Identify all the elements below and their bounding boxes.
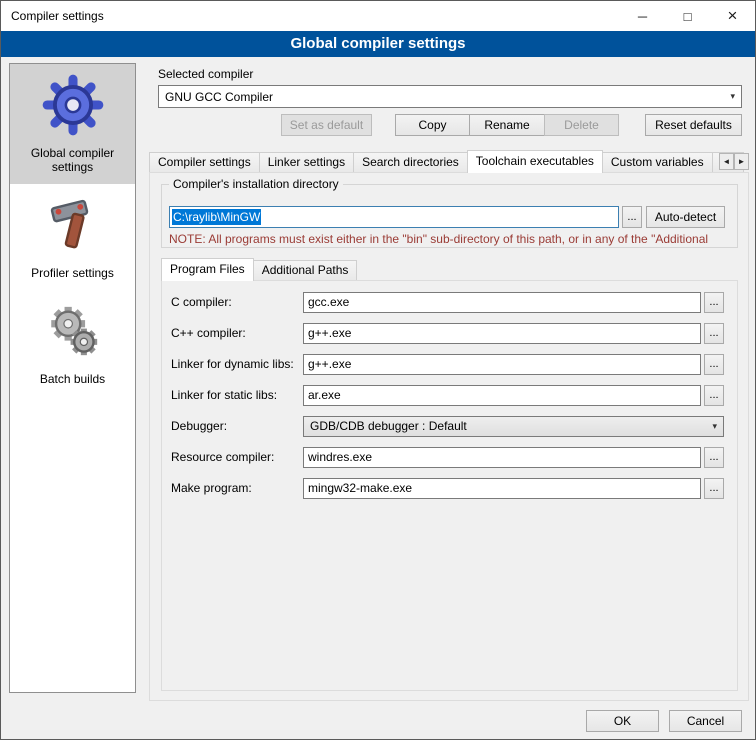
c-compiler-input[interactable]	[303, 292, 701, 313]
cpp-compiler-input[interactable]	[303, 323, 701, 344]
installation-directory-value: C:\raylib\MinGW	[172, 209, 261, 225]
installation-directory-group-label: Compiler's installation directory	[169, 177, 343, 191]
set-as-default-button[interactable]: Set as default	[281, 114, 372, 136]
c-compiler-label: C compiler:	[171, 295, 303, 309]
make-program-input[interactable]	[303, 478, 701, 499]
profiler-tool-icon	[12, 192, 133, 258]
c-compiler-browse-button[interactable]: ...	[704, 292, 724, 313]
resource-compiler-label: Resource compiler:	[171, 450, 303, 464]
installation-directory-browse-button[interactable]: ...	[622, 206, 642, 228]
sidebar-item-label: Global compiler settings	[12, 146, 133, 174]
cpp-compiler-row: C++ compiler: ...	[171, 322, 724, 344]
make-program-browse-button[interactable]: ...	[704, 478, 724, 499]
static-linker-row: Linker for static libs: ...	[171, 384, 724, 406]
minimize-button[interactable]: ─	[620, 1, 665, 31]
tab-toolchain-executables[interactable]: Toolchain executables	[467, 150, 603, 173]
resource-compiler-input[interactable]	[303, 447, 701, 468]
gray-gears-icon	[12, 298, 133, 364]
debugger-label: Debugger:	[171, 419, 303, 433]
chevron-down-icon: ▾	[706, 421, 717, 432]
tab-search-directories[interactable]: Search directories	[353, 152, 468, 172]
close-button[interactable]: ×	[710, 1, 755, 31]
reset-defaults-button[interactable]: Reset defaults	[645, 114, 742, 136]
tab-scroll-arrows: ◄ ►	[719, 153, 749, 170]
sidebar-item-label: Profiler settings	[12, 266, 133, 280]
selected-compiler-select[interactable]: GNU GCC Compiler ▾	[158, 85, 742, 108]
tab-linker-settings[interactable]: Linker settings	[259, 152, 354, 172]
selected-compiler-value: GNU GCC Compiler	[165, 90, 273, 104]
make-program-label: Make program:	[171, 481, 303, 495]
cancel-button[interactable]: Cancel	[669, 710, 742, 732]
sidebar-item-profiler-settings[interactable]: Profiler settings	[10, 184, 135, 290]
tab-compiler-settings[interactable]: Compiler settings	[149, 152, 260, 172]
tab-scroll-left-button[interactable]: ◄	[719, 153, 734, 170]
auto-detect-button[interactable]: Auto-detect	[646, 206, 725, 228]
debugger-value: GDB/CDB debugger : Default	[310, 419, 467, 433]
tab-program-files[interactable]: Program Files	[161, 258, 254, 281]
c-compiler-row: C compiler: ...	[171, 291, 724, 313]
dynamic-linker-row: Linker for dynamic libs: ...	[171, 353, 724, 375]
delete-button[interactable]: Delete	[544, 114, 619, 136]
settings-category-list: Global compiler settings Profiler settin…	[9, 63, 136, 693]
main-tabstrip: Compiler settings Linker settings Search…	[149, 150, 749, 173]
titlebar: Compiler settings ─ □ ×	[1, 1, 755, 31]
sidebar-item-label: Batch builds	[12, 372, 133, 386]
dynamic-linker-label: Linker for dynamic libs:	[171, 357, 303, 371]
debugger-row: Debugger: GDB/CDB debugger : Default ▾	[171, 415, 724, 437]
debugger-select[interactable]: GDB/CDB debugger : Default ▾	[303, 416, 724, 437]
static-linker-browse-button[interactable]: ...	[704, 385, 724, 406]
selected-compiler-label: Selected compiler	[158, 67, 253, 81]
sidebar-item-batch-builds[interactable]: Batch builds	[10, 290, 135, 396]
ok-button[interactable]: OK	[586, 710, 659, 732]
make-program-row: Make program: ...	[171, 477, 724, 499]
compiler-settings-window: Compiler settings ─ □ × Global compiler …	[0, 0, 756, 740]
bin-subdirectory-note: NOTE: All programs must exist either in …	[169, 232, 734, 247]
cpp-compiler-label: C++ compiler:	[171, 326, 303, 340]
installation-directory-input[interactable]: C:\raylib\MinGW	[169, 206, 619, 228]
tab-custom-variables[interactable]: Custom variables	[602, 152, 713, 172]
dialog-header: Global compiler settings	[1, 31, 755, 57]
cpp-compiler-browse-button[interactable]: ...	[704, 323, 724, 344]
tab-additional-paths[interactable]: Additional Paths	[253, 260, 358, 280]
static-linker-label: Linker for static libs:	[171, 388, 303, 402]
resource-compiler-row: Resource compiler: ...	[171, 446, 724, 468]
tab-scroll-right-button[interactable]: ►	[734, 153, 749, 170]
sub-tabstrip: Program Files Additional Paths	[161, 258, 738, 281]
sidebar-item-global-compiler-settings[interactable]: Global compiler settings	[10, 64, 135, 184]
static-linker-input[interactable]	[303, 385, 701, 406]
dynamic-linker-input[interactable]	[303, 354, 701, 375]
blue-gear-icon	[12, 72, 133, 138]
maximize-button[interactable]: □	[665, 1, 710, 31]
dynamic-linker-browse-button[interactable]: ...	[704, 354, 724, 375]
chevron-down-icon: ▾	[724, 91, 735, 102]
copy-button[interactable]: Copy	[395, 114, 470, 136]
window-title: Compiler settings	[1, 9, 104, 23]
rename-button[interactable]: Rename	[469, 114, 545, 136]
resource-compiler-browse-button[interactable]: ...	[704, 447, 724, 468]
caption-buttons: ─ □ ×	[620, 1, 755, 31]
